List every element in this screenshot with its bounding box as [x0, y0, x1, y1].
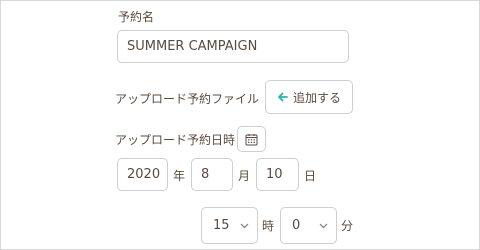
add-file-button-label: 追加する: [292, 90, 341, 105]
hour-select[interactable]: 15: [201, 207, 258, 244]
day-value: 10: [266, 167, 283, 182]
hour-unit: 時: [262, 219, 275, 233]
reservation-name-label: 予約名: [118, 10, 155, 24]
minute-select[interactable]: 0: [280, 207, 337, 244]
calendar-button[interactable]: [237, 126, 266, 152]
month-unit: 月: [238, 169, 251, 183]
chevron-down-icon: [319, 223, 328, 229]
reservation-name-value: SUMMER CAMPAIGN: [127, 39, 258, 54]
year-input[interactable]: 2020: [117, 158, 168, 191]
year-unit: 年: [173, 169, 186, 183]
month-input[interactable]: 8: [191, 158, 233, 191]
hour-value: 15: [213, 218, 230, 233]
form-panel: 予約名 SUMMER CAMPAIGN アップロード予約ファイル 追加する アッ…: [0, 0, 480, 250]
month-value: 8: [201, 167, 210, 182]
chevron-down-icon: [240, 223, 249, 229]
calendar-icon: [245, 133, 258, 146]
minute-unit: 分: [341, 219, 354, 233]
add-file-button[interactable]: 追加する: [265, 80, 353, 114]
upload-file-label: アップロード予約ファイル: [115, 92, 260, 106]
upload-datetime-label: アップロード予約日時: [115, 133, 236, 147]
day-input[interactable]: 10: [256, 158, 299, 191]
year-value: 2020: [127, 167, 161, 182]
arrow-left-icon: [277, 91, 289, 103]
reservation-name-input[interactable]: SUMMER CAMPAIGN: [117, 30, 349, 63]
day-unit: 日: [304, 169, 317, 183]
minute-value: 0: [292, 218, 301, 233]
